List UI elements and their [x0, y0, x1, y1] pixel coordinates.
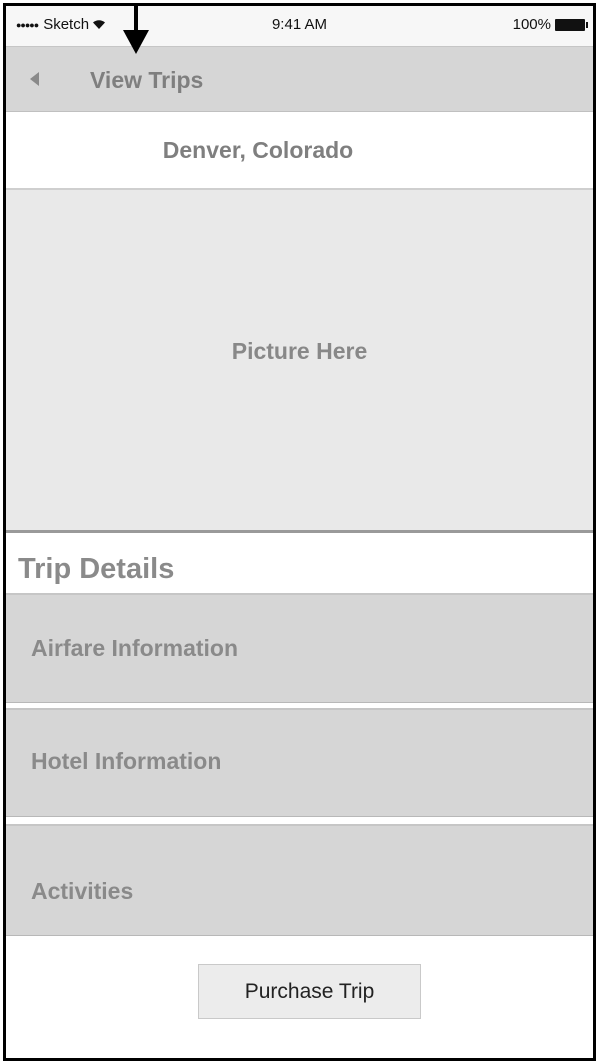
status-bar: ●●●●● Sketch 9:41 AM 100%	[6, 6, 593, 46]
battery-percent: 100%	[512, 16, 551, 33]
location-header: Denver, Colorado	[6, 112, 593, 190]
trip-details-heading: Trip Details	[18, 553, 175, 585]
activities-row[interactable]: Activities	[6, 824, 593, 936]
status-time: 9:41 AM	[271, 16, 328, 33]
nav-bar: View Trips	[6, 46, 593, 112]
trip-picture-placeholder: Picture Here	[6, 190, 593, 533]
airfare-information-label: Airfare Information	[31, 635, 239, 661]
phone-frame: ●●●●● Sketch 9:41 AM 100% View Trips Den…	[3, 3, 596, 1061]
activities-label: Activities	[31, 878, 134, 904]
annotation-arrow-icon	[123, 30, 149, 54]
airfare-information-row[interactable]: Airfare Information	[6, 593, 593, 703]
purchase-trip-button[interactable]: Purchase Trip	[198, 964, 421, 1019]
battery-icon	[555, 18, 588, 31]
hotel-information-row[interactable]: Hotel Information	[6, 708, 593, 817]
battery-area: 100%	[512, 16, 588, 33]
picture-placeholder-label: Picture Here	[231, 338, 368, 364]
annotation-arrow-line	[134, 6, 138, 30]
hotel-information-label: Hotel Information	[31, 748, 222, 774]
nav-title-view-trips[interactable]: View Trips	[90, 67, 203, 94]
back-arrow-icon[interactable]	[30, 72, 39, 86]
location-title: Denver, Colorado	[162, 137, 354, 163]
